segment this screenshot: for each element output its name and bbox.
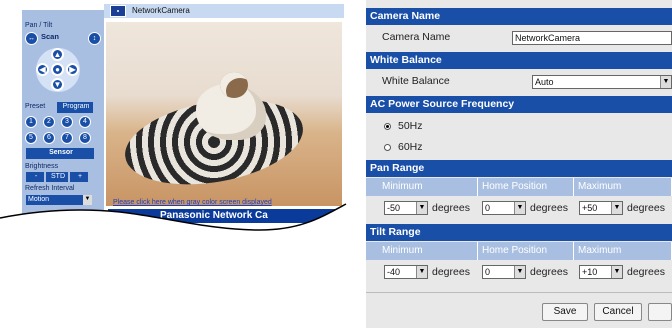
extra-button[interactable] [648, 303, 672, 321]
tilt-home-col-header: Home Position [478, 242, 574, 260]
option-50hz-label: 50Hz [398, 120, 423, 132]
white-balance-label: White Balance [382, 75, 450, 87]
preset-5-button[interactable]: 5 [25, 132, 37, 144]
brightness-minus-button[interactable]: - [26, 172, 44, 182]
tilt-max-unit: degrees [627, 266, 665, 278]
white-balance-select[interactable]: Auto ▼ [532, 75, 672, 89]
brightness-std-button[interactable]: STD [46, 172, 68, 182]
home-position-icon[interactable]: ● [51, 63, 64, 76]
chevron-down-icon: ▼ [416, 266, 427, 278]
preset-7-button[interactable]: 7 [61, 132, 73, 144]
divider [366, 292, 672, 293]
camera-icon [110, 5, 126, 17]
refresh-interval-label: Refresh Interval [25, 185, 75, 192]
preset-4-button[interactable]: 4 [79, 116, 91, 128]
white-balance-header: White Balance [366, 52, 672, 69]
chevron-down-icon: ▼ [514, 266, 525, 278]
pan-min-select[interactable]: -50 ▼ [384, 201, 428, 215]
pan-min-col-header: Minimum [366, 178, 478, 196]
settings-panel: Camera Name Camera Name NetworkCamera Wh… [366, 0, 672, 328]
preset-2-button[interactable]: 2 [43, 116, 55, 128]
chevron-down-icon: ▼ [660, 76, 671, 88]
pan-right-icon[interactable]: ▶ [66, 63, 79, 76]
tilt-min-col-header: Minimum [366, 242, 478, 260]
preset-1-button[interactable]: 1 [25, 116, 37, 128]
pan-max-select[interactable]: +50 ▼ [579, 201, 623, 215]
camera-name-label: Camera Name [382, 31, 451, 43]
pan-min-unit: degrees [432, 202, 470, 214]
ac-power-header: AC Power Source Frequency [366, 96, 672, 113]
tilt-range-header: Tilt Range [366, 224, 672, 241]
pan-home-unit: degrees [530, 202, 568, 214]
white-balance-value: Auto [535, 77, 554, 87]
pan-home-value: 0 [485, 203, 491, 213]
pan-range-header: Pan Range [366, 160, 672, 177]
pan-max-value: +50 [582, 203, 598, 213]
tilt-max-value: +10 [582, 267, 598, 277]
control-panel: Pan / Tilt ↔ Scan ↕ ▲ ◀ ● ▶ ▼ Preset Pro… [22, 10, 104, 220]
scan-label: Scan [41, 32, 59, 41]
preset-3-button[interactable]: 3 [61, 116, 73, 128]
preset-label: Preset [25, 103, 46, 110]
chevron-down-icon: ▼ [611, 266, 622, 278]
tilt-home-select[interactable]: 0 ▼ [482, 265, 526, 279]
save-button[interactable]: Save [542, 303, 588, 321]
pan-down-icon[interactable]: ▼ [51, 78, 64, 91]
tilt-home-value: 0 [485, 267, 491, 277]
brightness-label: Brightness [25, 163, 59, 170]
pan-home-col-header: Home Position [478, 178, 574, 196]
pan-left-icon[interactable]: ◀ [36, 63, 49, 76]
camera-name-header: Camera Name [366, 8, 672, 25]
pan-up-icon[interactable]: ▲ [51, 48, 64, 61]
camera-preview-panel: Pan / Tilt ↔ Scan ↕ ▲ ◀ ● ▶ ▼ Preset Pro… [0, 0, 348, 328]
radio-60hz[interactable] [384, 144, 391, 151]
window-title: NetworkCamera [132, 6, 190, 15]
brightness-plus-button[interactable]: + [70, 172, 88, 182]
pan-home-select[interactable]: 0 ▼ [482, 201, 526, 215]
chevron-down-icon: ▼ [611, 202, 622, 214]
camera-name-input[interactable]: NetworkCamera [512, 31, 672, 45]
radio-50hz[interactable] [384, 123, 391, 130]
tilt-min-unit: degrees [432, 266, 470, 278]
chevron-down-icon: ▼ [416, 202, 427, 214]
pan-max-col-header: Maximum [574, 178, 672, 196]
tilt-min-select[interactable]: -40 ▼ [384, 265, 428, 279]
option-60hz-label: 60Hz [398, 141, 423, 153]
direction-pad: ▲ ◀ ● ▶ ▼ [36, 48, 80, 92]
tilt-max-select[interactable]: +10 ▼ [579, 265, 623, 279]
pan-min-value: -50 [387, 203, 401, 213]
chevron-down-icon: ▼ [514, 202, 525, 214]
pan-tilt-label: Pan / Tilt [25, 22, 53, 29]
tilt-max-col-header: Maximum [574, 242, 672, 260]
scan-vertical-icon[interactable]: ↕ [88, 32, 101, 45]
torn-edge-divider [0, 203, 348, 252]
pan-max-unit: degrees [627, 202, 665, 214]
preset-6-button[interactable]: 6 [43, 132, 55, 144]
tilt-home-unit: degrees [530, 266, 568, 278]
video-dog-head-shape [220, 72, 248, 98]
tilt-min-value: -40 [387, 267, 401, 277]
preset-8-button[interactable]: 8 [79, 132, 91, 144]
sensor-button[interactable]: Sensor [26, 148, 94, 159]
scan-left-icon[interactable]: ↔ [25, 32, 38, 45]
program-button[interactable]: Program [57, 102, 93, 113]
cancel-button[interactable]: Cancel [594, 303, 642, 321]
